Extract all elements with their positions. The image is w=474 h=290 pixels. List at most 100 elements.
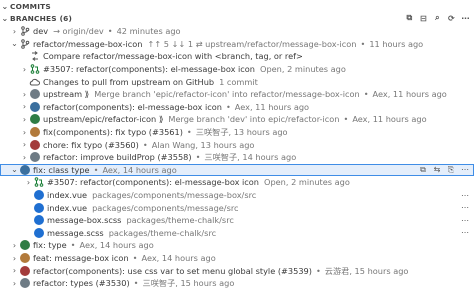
chevron-right-icon[interactable]: › bbox=[20, 65, 29, 74]
chevron-down-icon[interactable]: ⌄ bbox=[10, 165, 19, 174]
tree-row[interactable]: index.vue packages/components/message-box… bbox=[0, 189, 474, 202]
row-time: 42 minutes ago bbox=[116, 26, 181, 37]
row-description: packages/theme-chalk/src bbox=[126, 215, 234, 226]
avatar-icon bbox=[29, 139, 40, 150]
collapse-icon[interactable]: ⊟ bbox=[419, 14, 428, 23]
more-icon[interactable]: ⋯ bbox=[461, 14, 470, 23]
row-time: Aex, 14 hours ago bbox=[79, 240, 154, 251]
row-actions: ⋯ bbox=[460, 228, 474, 237]
tree-row[interactable]: › refactor(components): el-message-box ic… bbox=[0, 101, 474, 114]
separator-dot: • bbox=[133, 278, 139, 289]
cloud-icon bbox=[29, 76, 40, 87]
row-label: upstream ⟫ bbox=[43, 89, 90, 100]
clipboard-icon[interactable]: ⧉ bbox=[405, 13, 414, 23]
row-time: 云游君, 15 hours ago bbox=[324, 265, 409, 276]
avatar-icon bbox=[19, 240, 30, 251]
tree-row[interactable]: › fix(components): fix typo (#3561) • 三咲智子,… bbox=[0, 126, 474, 139]
tree-row[interactable]: ⌄ fix: class type • Aex, 14 hours ago ⧉ ⇆ ⎘ ⋯ bbox=[0, 163, 474, 177]
more-icon[interactable]: ⋯ bbox=[460, 165, 470, 175]
more-icon[interactable]: ⋯ bbox=[460, 216, 470, 225]
avatar-icon bbox=[29, 152, 40, 163]
row-description: → origin/dev bbox=[53, 26, 104, 37]
row-time: 三咲智子, 15 hours ago bbox=[142, 278, 235, 289]
row-label: Compare refactor/message-box-icon with <… bbox=[43, 51, 303, 62]
tree-row[interactable]: › feat: message-box icon • Aex, 14 hours ag… bbox=[0, 252, 474, 265]
row-label: message-box.scss bbox=[47, 215, 122, 226]
row-label: #3507: refactor(components): el-message-… bbox=[43, 64, 255, 75]
row-label: index.vue bbox=[47, 202, 88, 213]
separator-dot: • bbox=[70, 240, 76, 251]
chevron-right-icon[interactable]: › bbox=[20, 153, 29, 162]
row-label: fix: class type bbox=[33, 164, 90, 175]
row-description: packages/components/message-box/src bbox=[92, 190, 257, 201]
chevron-right-icon[interactable]: › bbox=[10, 254, 19, 263]
chevron-down-icon[interactable]: ⌄ bbox=[10, 39, 19, 48]
row-label: dev bbox=[33, 26, 49, 37]
chevron-right-icon[interactable]: › bbox=[20, 140, 29, 149]
row-time: Aex, 11 hours ago bbox=[372, 89, 447, 100]
open-changes-icon[interactable]: ⧉ bbox=[418, 165, 428, 175]
row-label: Changes to pull from upstream on GitHub bbox=[43, 76, 215, 87]
tree-row[interactable]: › chore: fix typo (#3560) • Alan Wang, 13 h… bbox=[0, 138, 474, 151]
row-time: 三咲智子, 14 hours ago bbox=[204, 152, 297, 163]
chevron-right-icon[interactable]: › bbox=[20, 90, 29, 99]
row-actions: ⋯ bbox=[460, 203, 474, 212]
row-description: packages/components/message/src bbox=[92, 202, 239, 213]
tree-row[interactable]: › fix: type • Aex, 14 hours ago bbox=[0, 239, 474, 252]
separator-dot: • bbox=[360, 38, 366, 49]
row-actions: ⋯ bbox=[460, 191, 474, 200]
tree-row[interactable]: › refactor: improve buildProp (#3558) • 三咲智… bbox=[0, 151, 474, 164]
tree-row[interactable]: › upstream ⟫ Merge branch 'epic/refactor-i… bbox=[0, 88, 474, 101]
copy-sha-icon[interactable]: ⎘ bbox=[446, 165, 456, 175]
tree-row[interactable]: message-box.scss packages/theme-chalk/src… bbox=[0, 214, 474, 227]
tree-row[interactable]: message.scss packages/theme-chalk/src ⋯ bbox=[0, 227, 474, 240]
more-icon[interactable]: ⋯ bbox=[460, 191, 470, 200]
tree-row[interactable]: › refactor(components): use css var to se… bbox=[0, 264, 474, 277]
row-time: 11 hours ago bbox=[369, 38, 424, 49]
commits-header[interactable]: ⌄ COMMITS bbox=[0, 0, 474, 12]
more-icon[interactable]: ⋯ bbox=[460, 203, 470, 212]
tree-row[interactable]: ⌄ refactor/message-box-icon ↑↑ 5 ↓↓ 1 ⇄ up… bbox=[0, 38, 474, 51]
tree-row[interactable]: › #3507: refactor(components): el-message… bbox=[0, 176, 474, 189]
chevron-right-icon[interactable]: › bbox=[20, 102, 29, 111]
pull-request-icon bbox=[29, 64, 40, 75]
tree-row[interactable]: › #3507: refactor(components): el-message… bbox=[0, 63, 474, 76]
separator-dot: • bbox=[195, 152, 201, 163]
tree-row[interactable]: › refactor: types (#3530) • 三咲智子, 15 hours … bbox=[0, 277, 474, 290]
more-icon[interactable]: ⋯ bbox=[460, 228, 470, 237]
chevron-right-icon[interactable]: › bbox=[10, 241, 19, 250]
chevron-right-icon[interactable]: › bbox=[10, 279, 19, 288]
chevron-right-icon[interactable]: › bbox=[10, 27, 19, 36]
row-label: refactor/message-box-icon bbox=[33, 38, 143, 49]
file-icon bbox=[33, 190, 44, 201]
tree-row[interactable]: › upstream/epic/refactor-icon ⟫ Merge bran… bbox=[0, 113, 474, 126]
row-description: Open, 2 minutes ago bbox=[260, 64, 346, 75]
row-label: message.scss bbox=[47, 227, 104, 238]
refresh-icon[interactable]: ⟳ bbox=[447, 14, 456, 23]
chevron-right-icon[interactable]: › bbox=[24, 178, 33, 187]
row-description: packages/theme-chalk/src bbox=[108, 227, 217, 238]
tree-row[interactable]: index.vue packages/components/message/src… bbox=[0, 201, 474, 214]
avatar-icon bbox=[29, 101, 40, 112]
tree-row[interactable]: Changes to pull from upstream on GitHub 1… bbox=[0, 75, 474, 88]
separator-dot: • bbox=[225, 101, 231, 112]
compare-icon bbox=[29, 51, 40, 62]
row-label: refactor(components): el-message-box ico… bbox=[43, 101, 222, 112]
row-description: ↑↑ 5 ↓↓ 1 ⇄ upstream/refactor/message-bo… bbox=[147, 38, 357, 49]
separator-dot: • bbox=[315, 265, 321, 276]
row-label: fix(components): fix typo (#3561) bbox=[43, 127, 183, 138]
branch-icon bbox=[19, 38, 30, 49]
chevron-right-icon[interactable]: › bbox=[20, 115, 29, 124]
avatar-icon bbox=[19, 265, 30, 276]
row-label: index.vue bbox=[47, 190, 88, 201]
row-description: Open, 2 minutes ago bbox=[264, 177, 350, 188]
tree-row[interactable]: › dev → origin/dev • 42 minutes ago bbox=[0, 25, 474, 38]
toolbar: ⧉ ⊟ ⌕ ⟳ ⋯ bbox=[405, 13, 474, 23]
separator-dot: • bbox=[186, 127, 192, 138]
compare-icon[interactable]: ⇆ bbox=[432, 165, 442, 175]
search-icon[interactable]: ⌕ bbox=[433, 13, 442, 23]
avatar-icon bbox=[19, 253, 30, 264]
branches-header[interactable]: ⌄ BRANCHES (6) ⧉ ⊟ ⌕ ⟳ ⋯ bbox=[0, 12, 474, 24]
chevron-right-icon[interactable]: › bbox=[20, 128, 29, 137]
tree-row[interactable]: Compare refactor/message-box-icon with <… bbox=[0, 50, 474, 63]
